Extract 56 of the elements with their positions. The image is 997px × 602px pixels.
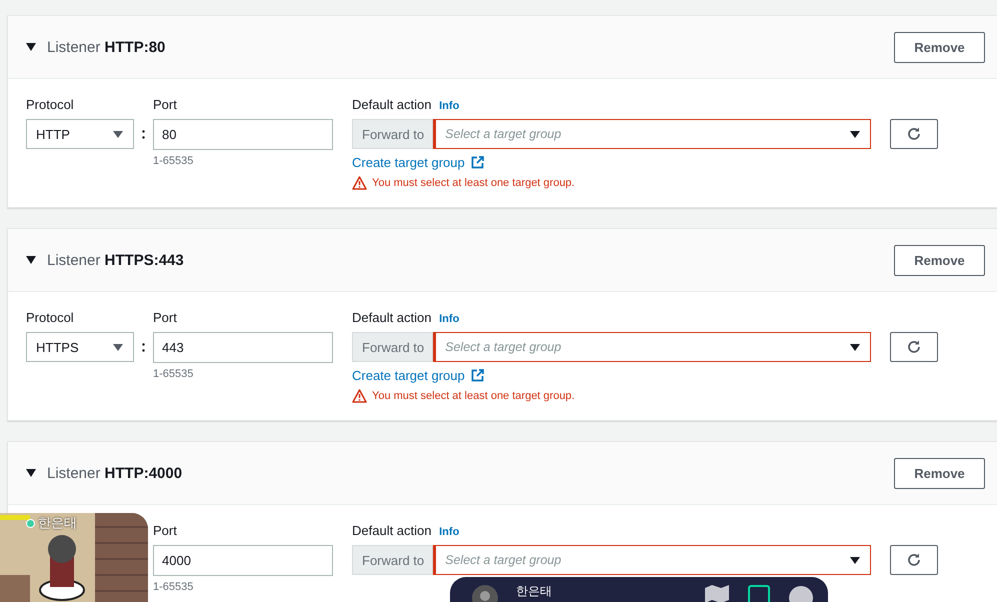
port-input[interactable]: 443: [153, 332, 333, 363]
port-hint: 1-65535: [153, 155, 194, 167]
field-label: Default action: [352, 310, 432, 325]
field-label: Protocol: [26, 97, 75, 113]
field-label: Default action: [352, 523, 432, 538]
listener-title: Listener HTTP:4000: [47, 464, 184, 482]
port-input[interactable]: 80: [153, 119, 333, 150]
error-message: You must select at least one target group.: [372, 390, 575, 402]
create-target-group-link[interactable]: Create target group: [352, 368, 484, 383]
field-label: Port: [153, 523, 178, 539]
participant-name: 한은태: [38, 514, 77, 532]
refresh-icon: [906, 339, 922, 355]
user-name: 한은태: [516, 585, 552, 597]
port-hint: 1-65535: [153, 581, 194, 593]
field-label: Port: [153, 97, 178, 113]
separator-icon: [142, 130, 145, 139]
dropdown-icon: [113, 344, 123, 350]
info-link[interactable]: Info: [439, 313, 460, 325]
refresh-button[interactable]: [890, 119, 938, 149]
create-target-group-link[interactable]: Create target group: [352, 155, 484, 170]
caret-icon[interactable]: [26, 43, 36, 51]
refresh-button[interactable]: [890, 332, 938, 362]
field-label: Port: [153, 310, 178, 326]
action-prefix: Forward to: [352, 119, 434, 149]
remove-button[interactable]: Remove: [894, 458, 985, 488]
dropdown-icon: [850, 344, 860, 350]
map-icon[interactable]: [704, 585, 730, 602]
action-prefix: Forward to: [352, 332, 434, 362]
dropdown-icon: [113, 130, 123, 138]
dropdown-icon: [850, 556, 860, 564]
listener-title: Listener HTTP:80: [47, 38, 166, 56]
port-input[interactable]: 4000: [153, 545, 333, 576]
action-prefix: Forward to: [352, 545, 434, 575]
field-label: Default action: [352, 97, 432, 112]
dropdown-icon: [850, 130, 860, 138]
remove-button[interactable]: Remove: [894, 244, 985, 276]
caret-icon[interactable]: [26, 469, 36, 477]
separator-icon: [142, 343, 145, 352]
protocol-select[interactable]: HTTPS: [26, 332, 134, 362]
field-label: Protocol: [26, 310, 75, 326]
caret-icon[interactable]: [26, 256, 36, 264]
protocol-select[interactable]: HTTP: [26, 119, 134, 149]
error-message: You must select at least one target group.: [372, 177, 575, 189]
remove-button[interactable]: Remove: [894, 32, 985, 62]
refresh-icon: [906, 552, 922, 568]
info-link[interactable]: Info: [439, 526, 460, 538]
listener-title: Listener HTTPS:443: [47, 252, 185, 268]
refresh-icon: [906, 126, 922, 142]
port-hint: 1-65535: [153, 368, 194, 380]
refresh-button[interactable]: [890, 545, 938, 575]
info-link[interactable]: Info: [439, 100, 460, 112]
warning-icon: [352, 176, 367, 190]
screen-icon[interactable]: [748, 585, 770, 602]
external-link-icon: [470, 369, 484, 382]
warning-icon: [352, 389, 367, 403]
external-link-icon: [470, 156, 484, 169]
